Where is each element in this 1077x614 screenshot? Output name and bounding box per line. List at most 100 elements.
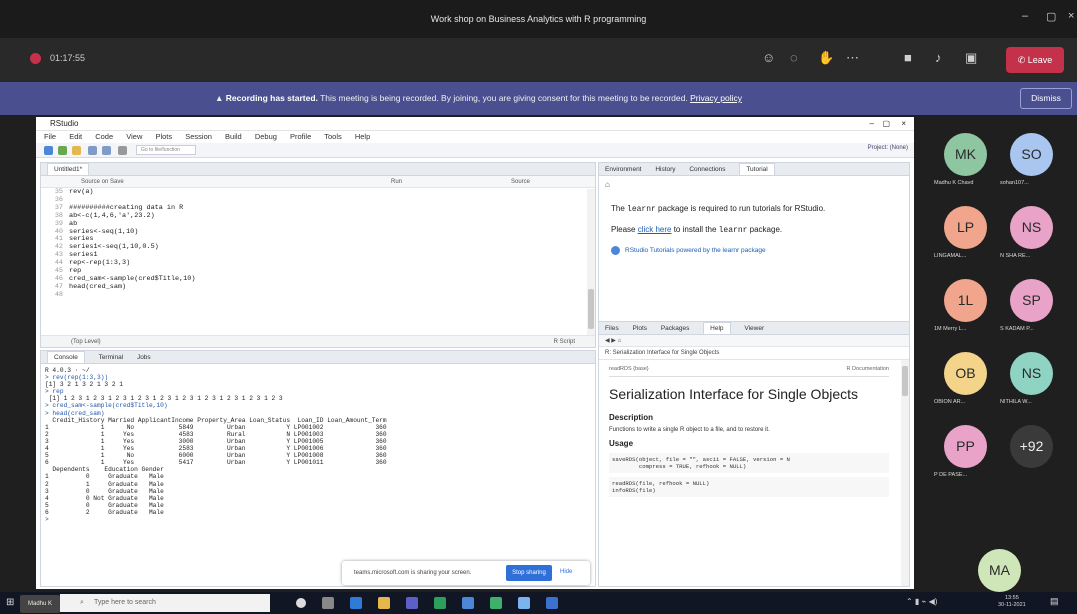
code-line[interactable]: 47 head(cred_sam) <box>41 283 585 292</box>
participant-avatar[interactable]: NS <box>1010 352 1053 395</box>
source-button[interactable]: Source <box>511 176 530 188</box>
menu-tools[interactable]: Tools <box>324 132 342 141</box>
word-icon[interactable] <box>546 597 558 609</box>
participant-avatar[interactable]: 1L <box>944 279 987 322</box>
code-line[interactable]: 48 <box>41 291 585 300</box>
tab-viewer[interactable]: Viewer <box>744 325 764 332</box>
privacy-policy-link[interactable]: Privacy policy <box>690 93 742 103</box>
leave-button[interactable]: ✆ Leave <box>1006 47 1064 73</box>
task-view-icon[interactable] <box>322 597 334 609</box>
tab-packages[interactable]: Packages <box>661 325 690 332</box>
excel-icon[interactable] <box>434 597 446 609</box>
menu-edit[interactable]: Edit <box>69 132 82 141</box>
microphone-icon[interactable]: ♪ <box>935 50 942 65</box>
new-project-icon[interactable] <box>58 146 67 155</box>
save-icon[interactable] <box>88 146 97 155</box>
share-screen-icon[interactable]: ▣ <box>965 50 977 66</box>
print-icon[interactable] <box>118 146 127 155</box>
tab-help[interactable]: Help <box>703 322 731 334</box>
code-line[interactable]: 40 series<-seq(1,10) <box>41 228 585 237</box>
notifications-icon[interactable]: ▤ <box>1050 596 1059 607</box>
maximize-icon[interactable]: ▢ <box>1046 10 1056 23</box>
participant-avatar[interactable]: SP <box>1010 279 1053 322</box>
menu-debug[interactable]: Debug <box>255 132 277 141</box>
app-icon[interactable] <box>518 597 530 609</box>
teams-icon[interactable] <box>406 597 418 609</box>
menu-code[interactable]: Code <box>95 132 113 141</box>
rstudio-close-icon[interactable]: × <box>901 117 906 131</box>
scope-indicator[interactable]: (Top Level) <box>71 339 101 345</box>
hide-button[interactable]: Hide <box>560 569 572 575</box>
help-home-icon[interactable]: ⌂ <box>618 338 622 344</box>
rstudio-minimize-icon[interactable]: – <box>870 117 874 131</box>
code-line[interactable]: 35 rev(a) <box>41 188 585 197</box>
tab-connections[interactable]: Connections <box>689 166 725 173</box>
dismiss-button[interactable]: Dismiss <box>1020 88 1072 109</box>
more-options-icon[interactable]: ⋯ <box>846 50 859 66</box>
save-all-icon[interactable] <box>102 146 111 155</box>
edge-icon[interactable] <box>350 597 362 609</box>
tab-environment[interactable]: Environment <box>605 166 642 173</box>
rstudio-maximize-icon[interactable]: ▢ <box>882 117 890 131</box>
participant-avatar[interactable]: MK <box>944 133 987 176</box>
tab-jobs[interactable]: Jobs <box>137 354 151 361</box>
stop-sharing-button[interactable]: Stop sharing <box>506 565 552 581</box>
new-file-icon[interactable] <box>44 146 53 155</box>
reactions-icon[interactable]: ✋ <box>818 50 834 66</box>
help-scrollbar[interactable] <box>901 360 909 586</box>
chat-icon[interactable]: ◌ <box>790 50 798 65</box>
participant-avatar[interactable]: NS <box>1010 206 1053 249</box>
click-here-link[interactable]: click here <box>638 225 672 234</box>
code-line[interactable]: 44 rep<-rep(1:3,3) <box>41 259 585 268</box>
tab-tutorial[interactable]: Tutorial <box>739 163 775 175</box>
self-video-tile[interactable]: Madhu K Chavd <box>20 595 60 613</box>
tab-untitled1[interactable]: Untitled1* <box>47 163 90 175</box>
camera-icon[interactable]: ■ <box>904 50 912 65</box>
participant-avatar[interactable]: SO <box>1010 133 1053 176</box>
code-line[interactable]: 42 series1<-seq(1,10,0.5) <box>41 243 585 252</box>
help-pane: Files Plots Packages Help Viewer ◀ ▶ ⌂ R… <box>598 321 910 587</box>
tab-files[interactable]: Files <box>605 325 619 332</box>
windows-start-icon[interactable]: ⊞ <box>6 597 14 608</box>
source-on-save-checkbox[interactable]: Source on Save <box>81 179 124 185</box>
menu-help[interactable]: Help <box>355 132 370 141</box>
tab-plots[interactable]: Plots <box>633 325 647 332</box>
participant-avatar[interactable]: PP <box>944 425 987 468</box>
taskbar-clock[interactable]: 13:55 30-11-2021 <box>998 595 1026 609</box>
home-icon[interactable]: ⌂ <box>605 180 610 189</box>
close-icon[interactable]: × <box>1068 10 1074 22</box>
tab-terminal[interactable]: Terminal <box>99 354 124 361</box>
file-explorer-icon[interactable] <box>378 597 390 609</box>
menu-plots[interactable]: Plots <box>155 132 172 141</box>
minimize-icon[interactable]: – <box>1022 10 1028 22</box>
code-area[interactable]: 35 rev(a) 36 37 ##########creating data in R… <box>41 188 585 335</box>
clock-time: 13:55 <box>1004 595 1019 601</box>
help-topic-bar[interactable]: R: Serialization Interface for Single Ob… <box>599 347 909 360</box>
rstudio-tutorials-link[interactable]: RStudio Tutorials powered by the learnr … <box>611 245 899 256</box>
menu-file[interactable]: File <box>44 132 56 141</box>
menu-session[interactable]: Session <box>185 132 212 141</box>
menu-build[interactable]: Build <box>225 132 242 141</box>
open-file-icon[interactable] <box>72 146 81 155</box>
run-button[interactable]: Run <box>391 176 402 188</box>
goto-file-input[interactable]: Go to file/function <box>136 145 196 155</box>
menu-profile[interactable]: Profile <box>290 132 311 141</box>
code-line[interactable]: 38 ab<-c(1,4,6,'a',23.2) <box>41 212 585 221</box>
participant-avatar[interactable]: OB <box>944 352 987 395</box>
tab-history[interactable]: History <box>655 166 675 173</box>
participant-avatar[interactable]: +92 <box>1010 425 1053 468</box>
network-icon[interactable]: ⌃ ▮ ⌁ ◀) <box>906 597 937 606</box>
editor-scrollbar[interactable] <box>587 189 595 335</box>
participant-avatar[interactable]: LP <box>944 206 987 249</box>
participant-avatar[interactable]: MA <box>978 549 1021 592</box>
rstudio-taskbar-icon[interactable] <box>462 597 474 609</box>
tab-console[interactable]: Console <box>47 351 85 363</box>
menu-view[interactable]: View <box>126 132 142 141</box>
console-output[interactable]: R 4.0.3 · ~/> rev(rep(1:3,3)) [1] 3 2 1 3… <box>45 367 585 584</box>
participants-icon[interactable]: ☺ <box>762 50 775 65</box>
cortana-icon[interactable] <box>296 598 306 608</box>
taskbar-search-input[interactable]: ⌕ Type here to search <box>60 594 270 612</box>
chrome-icon[interactable] <box>490 597 502 609</box>
project-menu[interactable]: Project: (None) <box>868 145 908 151</box>
file-type-indicator[interactable]: R Script <box>554 336 575 348</box>
